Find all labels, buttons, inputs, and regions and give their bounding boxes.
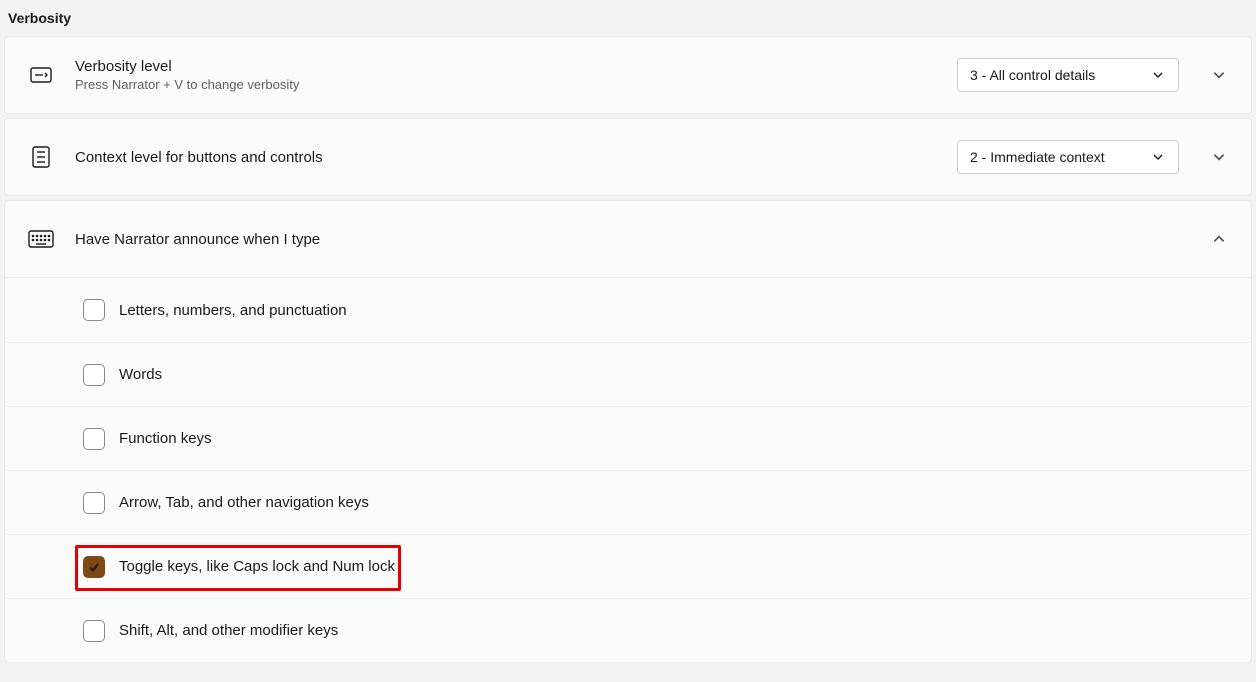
context-level-expand[interactable]: [1205, 143, 1233, 171]
announce-option-checkbox[interactable]: [83, 556, 105, 578]
keyboard-icon: [27, 225, 55, 253]
verbosity-level-title: Verbosity level: [75, 58, 937, 75]
section-heading: Verbosity: [4, 0, 1252, 36]
announce-typing-title: Have Narrator announce when I type: [75, 231, 1179, 248]
announce-typing-card: Have Narrator announce when I type Lette…: [4, 200, 1252, 663]
announce-option-checkbox[interactable]: [83, 428, 105, 450]
announce-option-label: Words: [119, 366, 162, 383]
announce-option-checkbox[interactable]: [83, 299, 105, 321]
announce-option-label: Shift, Alt, and other modifier keys: [119, 622, 338, 639]
chevron-down-icon: [1148, 147, 1168, 167]
announce-option-checkbox[interactable]: [83, 620, 105, 642]
announce-option-label: Arrow, Tab, and other navigation keys: [119, 494, 369, 511]
announce-option-checkbox[interactable]: [83, 492, 105, 514]
verbosity-level-icon: [27, 61, 55, 89]
context-level-selected: 2 - Immediate context: [970, 149, 1105, 165]
verbosity-level-card: Verbosity level Press Narrator + V to ch…: [4, 36, 1252, 114]
announce-option-row: Toggle keys, like Caps lock and Num lock: [5, 534, 1251, 598]
announce-options-list: Letters, numbers, and punctuation Words Fu…: [5, 277, 1251, 662]
announce-option-row: Arrow, Tab, and other navigation keys: [5, 470, 1251, 534]
context-level-dropdown[interactable]: 2 - Immediate context: [957, 140, 1179, 174]
announce-option-label: Letters, numbers, and punctuation: [119, 302, 347, 319]
chevron-down-icon: [1148, 65, 1168, 85]
verbosity-level-selected: 3 - All control details: [970, 67, 1095, 83]
context-level-card: Context level for buttons and controls 2…: [4, 118, 1252, 196]
verbosity-level-expand[interactable]: [1205, 61, 1233, 89]
announce-option-row: Function keys: [5, 406, 1251, 470]
announce-typing-collapse[interactable]: [1205, 225, 1233, 253]
context-level-icon: [27, 143, 55, 171]
context-level-title: Context level for buttons and controls: [75, 149, 937, 166]
announce-option-label: Function keys: [119, 430, 212, 447]
announce-option-checkbox[interactable]: [83, 364, 105, 386]
verbosity-level-subtitle: Press Narrator + V to change verbosity: [75, 77, 937, 92]
announce-option-row: Letters, numbers, and punctuation: [5, 278, 1251, 342]
verbosity-level-dropdown[interactable]: 3 - All control details: [957, 58, 1179, 92]
announce-option-label: Toggle keys, like Caps lock and Num lock: [119, 558, 395, 575]
announce-option-row: Shift, Alt, and other modifier keys: [5, 598, 1251, 662]
announce-option-row: Words: [5, 342, 1251, 406]
